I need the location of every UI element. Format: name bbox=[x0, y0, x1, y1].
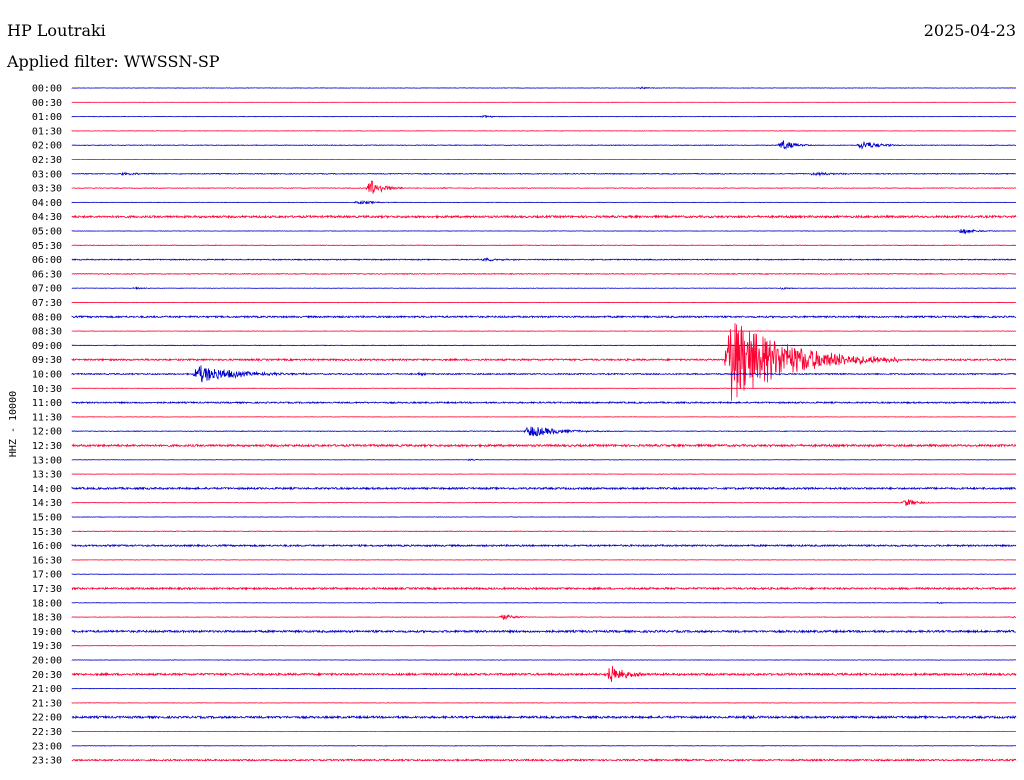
y-axis-label: HHZ - 10000 bbox=[8, 391, 19, 457]
tick-label-1830: 18:30 bbox=[32, 613, 62, 624]
trace-1530 bbox=[71, 530, 1017, 533]
trace-0100 bbox=[71, 114, 1017, 118]
trace-0430 bbox=[71, 214, 1017, 220]
tick-label-0100: 01:00 bbox=[32, 112, 62, 123]
tick-label-1230: 12:30 bbox=[32, 441, 62, 452]
tick-label-2300: 23:00 bbox=[32, 741, 62, 752]
tick-label-0530: 05:30 bbox=[32, 241, 62, 252]
trace-1000 bbox=[71, 365, 1017, 383]
tick-label-2100: 21:00 bbox=[32, 684, 62, 695]
trace-0900 bbox=[71, 344, 1017, 347]
trace-1100 bbox=[71, 400, 1017, 405]
tick-label-0230: 02:30 bbox=[32, 155, 62, 166]
trace-1400 bbox=[71, 486, 1017, 491]
trace-1200 bbox=[71, 426, 1017, 437]
trace-1430 bbox=[71, 499, 1017, 507]
tick-label-1300: 13:00 bbox=[32, 455, 62, 466]
tick-label-0730: 07:30 bbox=[32, 298, 62, 309]
tick-label-0930: 09:30 bbox=[32, 355, 62, 366]
tick-label-0900: 09:00 bbox=[32, 341, 62, 352]
tick-label-2030: 20:30 bbox=[32, 670, 62, 681]
tick-label-2200: 22:00 bbox=[32, 713, 62, 724]
trace-0530 bbox=[71, 244, 1017, 247]
trace-2030 bbox=[71, 665, 1017, 683]
trace-group bbox=[71, 86, 1017, 763]
tick-label-0830: 08:30 bbox=[32, 327, 62, 338]
tick-label-0030: 00:30 bbox=[32, 98, 62, 109]
trace-0600 bbox=[71, 257, 1017, 263]
tick-label-2330: 23:30 bbox=[32, 756, 62, 767]
tick-label-0700: 07:00 bbox=[32, 284, 62, 295]
trace-0330 bbox=[71, 180, 1017, 194]
trace-1230 bbox=[71, 442, 1017, 448]
trace-0930 bbox=[71, 323, 1017, 401]
trace-0800 bbox=[71, 314, 1017, 319]
tick-label-group: 00:00 00:30 01:00 01:30 02:00 02:30 03:00 03:30… bbox=[32, 84, 62, 767]
tick-label-0430: 04:30 bbox=[32, 212, 62, 223]
trace-1730 bbox=[71, 586, 1017, 591]
trace-0700 bbox=[71, 286, 1017, 291]
trace-1800 bbox=[71, 601, 1016, 605]
tick-label-0330: 03:30 bbox=[32, 184, 62, 195]
tick-label-1730: 17:30 bbox=[32, 584, 62, 595]
tick-label-1400: 14:00 bbox=[32, 484, 62, 495]
trace-1900 bbox=[71, 628, 1017, 634]
tick-label-1100: 11:00 bbox=[32, 398, 62, 409]
tick-label-2000: 20:00 bbox=[32, 656, 62, 667]
tick-label-1330: 13:30 bbox=[32, 470, 62, 481]
tick-label-1900: 19:00 bbox=[32, 627, 62, 638]
tick-label-1600: 16:00 bbox=[32, 541, 62, 552]
tick-label-1130: 11:30 bbox=[32, 412, 62, 423]
trace-0630 bbox=[71, 272, 1017, 275]
tick-label-1030: 10:30 bbox=[32, 384, 62, 395]
tick-label-0000: 00:00 bbox=[32, 84, 62, 95]
tick-label-1500: 15:00 bbox=[32, 513, 62, 524]
tick-label-0500: 05:00 bbox=[32, 227, 62, 238]
trace-0400 bbox=[71, 199, 1017, 205]
trace-0500 bbox=[71, 228, 1017, 235]
tick-label-0630: 06:30 bbox=[32, 269, 62, 280]
tick-label-2130: 21:30 bbox=[32, 698, 62, 709]
tick-label-0400: 04:00 bbox=[32, 198, 62, 209]
trace-2200 bbox=[71, 714, 1017, 720]
tick-label-0200: 02:00 bbox=[32, 141, 62, 152]
tick-label-1200: 12:00 bbox=[32, 427, 62, 438]
tick-label-0130: 01:30 bbox=[32, 126, 62, 137]
helicorder-chart: 00:00 00:30 01:00 01:30 02:00 02:30 03:00 03:30… bbox=[8, 84, 1017, 767]
tick-label-1800: 18:00 bbox=[32, 598, 62, 609]
trace-1830 bbox=[71, 613, 1017, 620]
tick-label-2230: 22:30 bbox=[32, 727, 62, 738]
trace-1600 bbox=[71, 543, 1017, 548]
trace-1300 bbox=[71, 458, 1017, 462]
trace-0200 bbox=[71, 140, 1017, 150]
tick-label-1530: 15:30 bbox=[32, 527, 62, 538]
tick-label-1000: 10:00 bbox=[32, 370, 62, 381]
tick-label-1700: 17:00 bbox=[32, 570, 62, 581]
tick-label-1630: 16:30 bbox=[32, 555, 62, 566]
tick-label-0300: 03:00 bbox=[32, 169, 62, 180]
tick-label-1930: 19:30 bbox=[32, 641, 62, 652]
trace-0000 bbox=[71, 86, 1017, 90]
tick-label-1430: 14:30 bbox=[32, 498, 62, 509]
trace-2330 bbox=[71, 758, 1017, 763]
tick-label-0600: 06:00 bbox=[32, 255, 62, 266]
tick-label-0800: 08:00 bbox=[32, 312, 62, 323]
trace-0300 bbox=[71, 171, 1017, 177]
